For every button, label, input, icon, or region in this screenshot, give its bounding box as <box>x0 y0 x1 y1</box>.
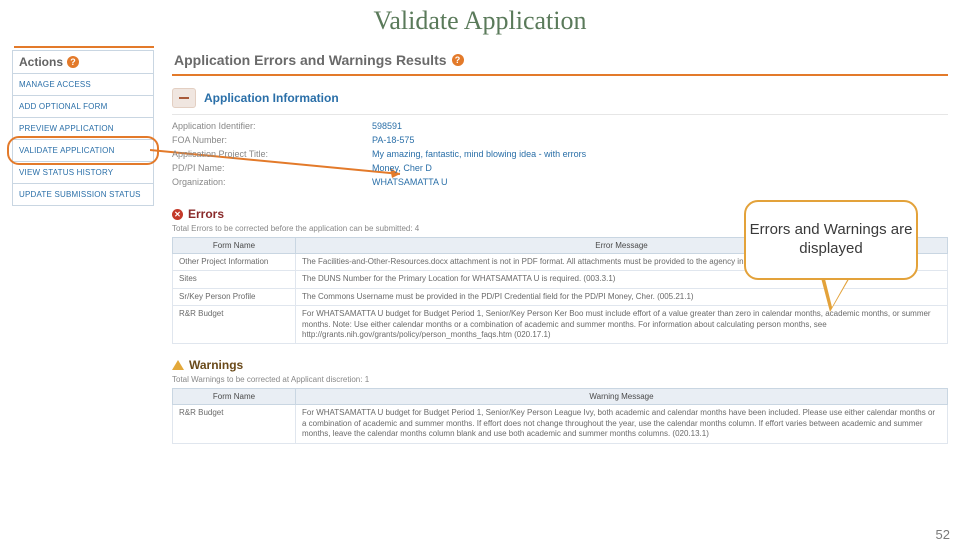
errors-heading-text: Errors <box>188 207 224 221</box>
info-label: Application Project Title: <box>172 149 372 159</box>
section-title: Application Information <box>204 91 339 105</box>
accent-bar <box>14 46 154 48</box>
info-label: Organization: <box>172 177 372 187</box>
panel-title: Application Errors and Warnings Results … <box>172 50 948 76</box>
help-icon[interactable]: ? <box>67 56 79 68</box>
sidebar-item-label: VALIDATE APPLICATION <box>19 146 115 155</box>
warnings-count-note: Total Warnings to be corrected at Applic… <box>172 375 948 384</box>
sidebar-item-add-optional-form[interactable]: ADD OPTIONAL FORM <box>13 95 153 117</box>
cell-form: Other Project Information <box>173 254 296 271</box>
info-row: Organization: WHATSAMATTA U <box>172 175 948 189</box>
actions-sidebar: Actions ? MANAGE ACCESS ADD OPTIONAL FOR… <box>12 50 154 206</box>
help-icon[interactable]: ? <box>452 54 464 66</box>
error-icon: ✕ <box>172 209 183 220</box>
info-label: Application Identifier: <box>172 121 372 131</box>
callout-text: Errors and Warnings are displayed <box>746 221 916 259</box>
info-row: Application Identifier: 598591 <box>172 119 948 133</box>
warnings-heading-text: Warnings <box>189 358 243 372</box>
info-row: PD/PI Name: Money, Cher D <box>172 161 948 175</box>
section-application-information: Application Information <box>172 82 948 115</box>
warning-icon <box>172 360 184 370</box>
warnings-table: Form Name Warning Message R&R Budget For… <box>172 388 948 443</box>
collapse-icon[interactable] <box>172 88 196 108</box>
page-number: 52 <box>936 527 950 540</box>
panel-title-text: Application Errors and Warnings Results <box>174 52 447 68</box>
info-value: My amazing, fantastic, mind blowing idea… <box>372 149 586 159</box>
cell-form: R&R Budget <box>173 405 296 443</box>
cell-msg: For WHATSAMATTA U budget for Budget Peri… <box>296 405 948 443</box>
table-row: R&R Budget For WHATSAMATTA U budget for … <box>173 405 948 443</box>
actions-header: Actions ? <box>13 51 153 73</box>
sidebar-item-preview-application[interactable]: PREVIEW APPLICATION <box>13 117 153 139</box>
sidebar-item-validate-application[interactable]: VALIDATE APPLICATION <box>13 139 153 161</box>
cell-form: Sr/Key Person Profile <box>173 288 296 305</box>
info-row: Application Project Title: My amazing, f… <box>172 147 948 161</box>
info-value: 598591 <box>372 121 402 131</box>
warnings-col-form: Form Name <box>173 389 296 405</box>
content-area: Actions ? MANAGE ACCESS ADD OPTIONAL FOR… <box>12 50 948 538</box>
info-label: FOA Number: <box>172 135 372 145</box>
info-row: FOA Number: PA-18-575 <box>172 133 948 147</box>
sidebar-item-view-status-history[interactable]: VIEW STATUS HISTORY <box>13 161 153 183</box>
warnings-col-message: Warning Message <box>296 389 948 405</box>
info-value: Money, Cher D <box>372 163 432 173</box>
info-value: PA-18-575 <box>372 135 414 145</box>
warnings-heading: Warnings <box>172 358 948 372</box>
sidebar-item-manage-access[interactable]: MANAGE ACCESS <box>13 73 153 95</box>
sidebar-item-update-submission-status[interactable]: UPDATE SUBMISSION STATUS <box>13 183 153 205</box>
errors-col-form: Form Name <box>173 238 296 254</box>
cell-form: Sites <box>173 271 296 288</box>
actions-header-label: Actions <box>19 55 63 69</box>
info-value: WHATSAMATTA U <box>372 177 448 187</box>
info-label: PD/PI Name: <box>172 163 372 173</box>
slide-title: Validate Application <box>0 6 960 40</box>
cell-form: R&R Budget <box>173 306 296 344</box>
callout-bubble: Errors and Warnings are displayed <box>744 200 918 280</box>
